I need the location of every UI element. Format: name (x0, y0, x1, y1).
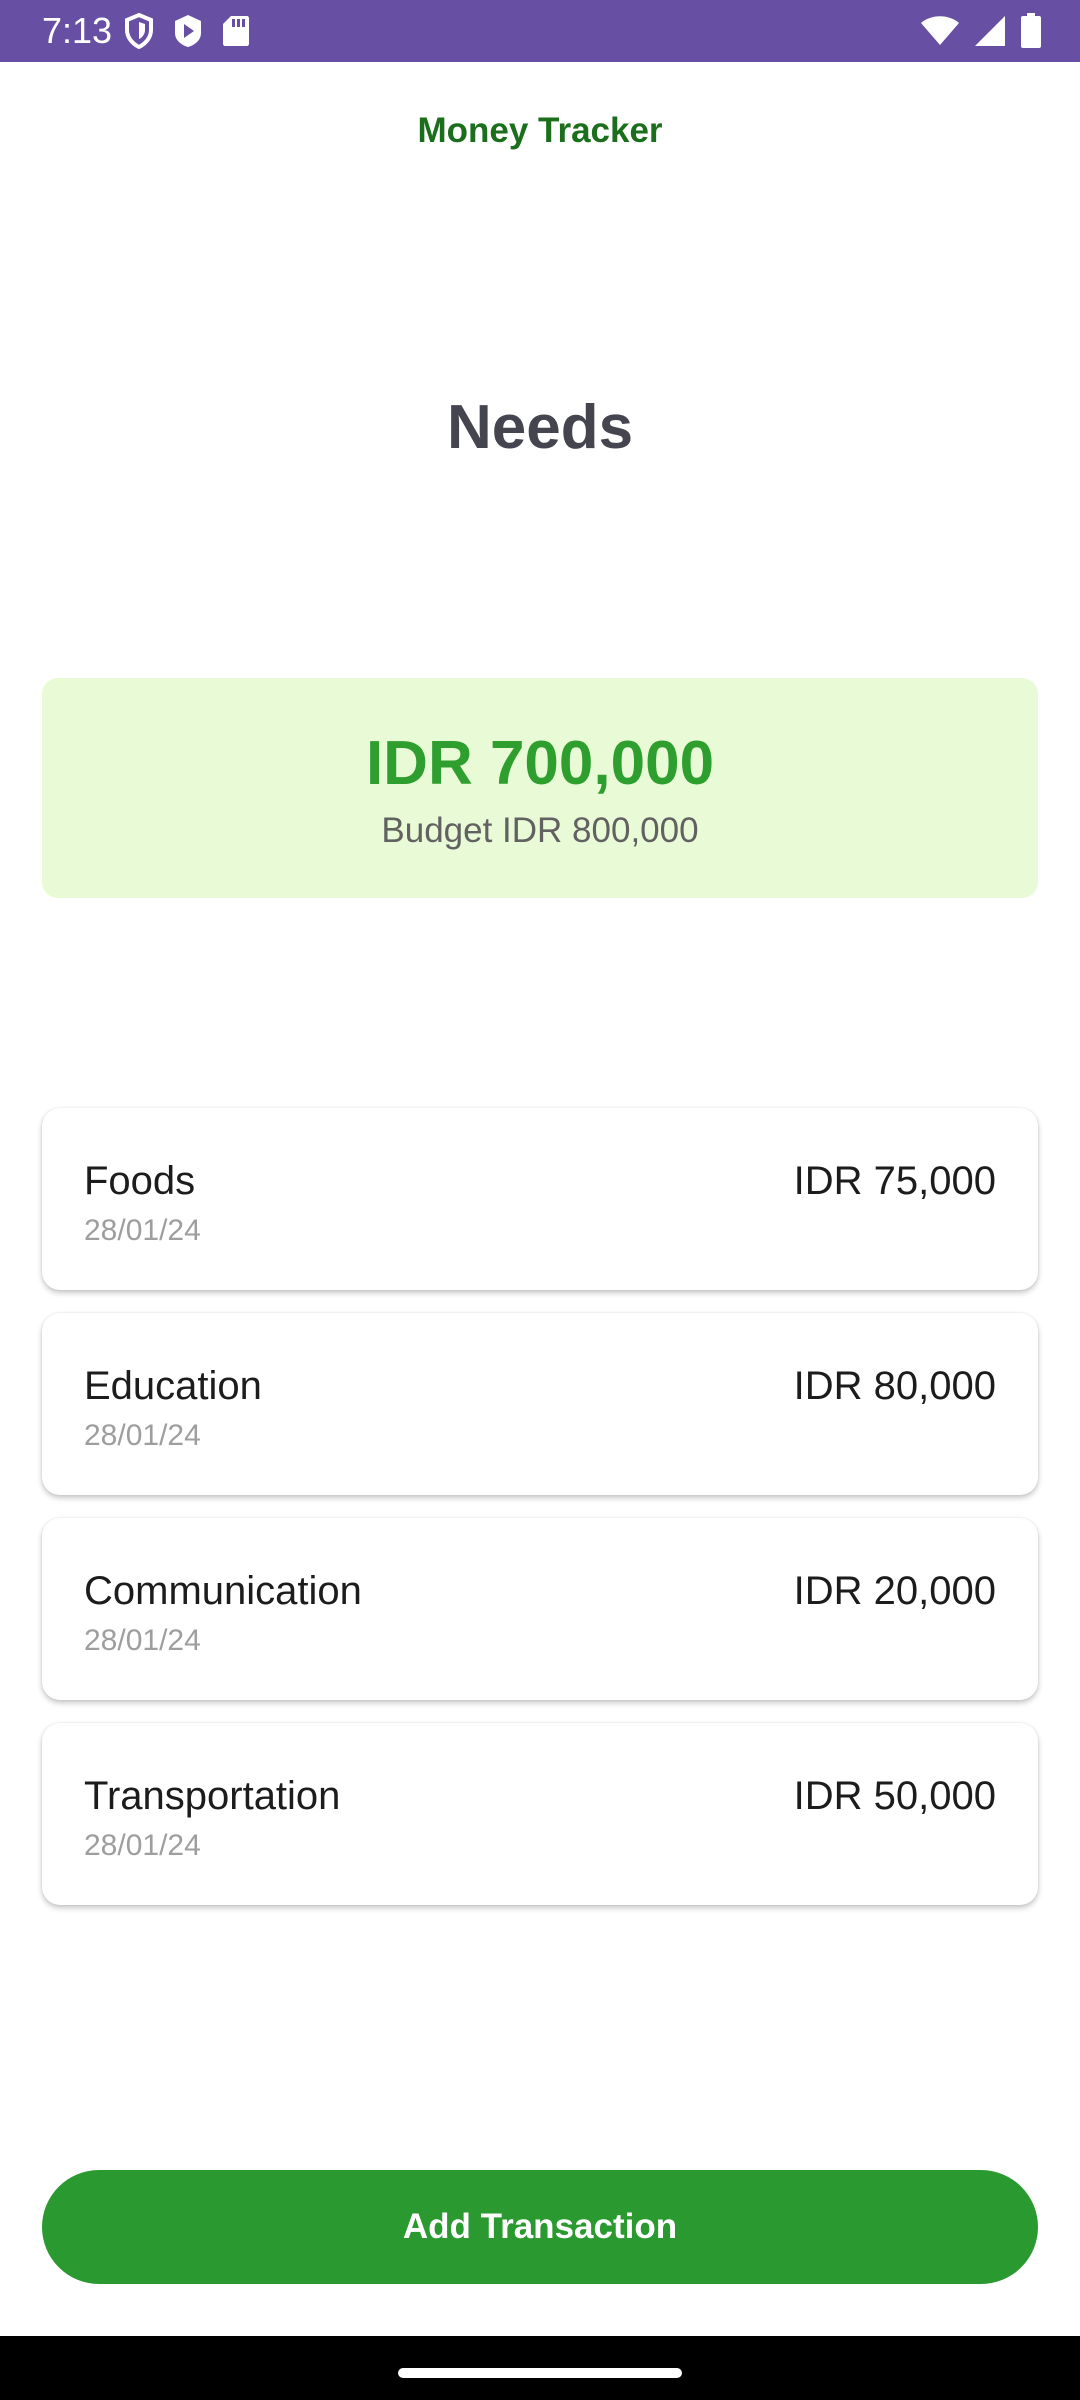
status-bar: 7:13 (0, 0, 1080, 62)
transaction-date: 28/01/24 (84, 1214, 201, 1247)
transaction-amount: IDR 80,000 (793, 1364, 996, 1408)
app-title: Money Tracker (417, 111, 663, 150)
sd-card-icon (222, 14, 250, 48)
home-indicator[interactable] (398, 2368, 682, 2378)
transaction-date: 28/01/24 (84, 1419, 201, 1452)
transaction-item[interactable]: Foods 28/01/24 IDR 75,000 (42, 1108, 1038, 1290)
status-time: 7:13 (42, 10, 113, 51)
transaction-category: Foods (84, 1159, 196, 1203)
add-transaction-button[interactable]: Add Transaction (42, 2170, 1038, 2284)
transaction-amount: IDR 75,000 (793, 1159, 996, 1203)
navigation-bar (0, 2336, 1080, 2400)
battery-icon (1020, 13, 1042, 49)
page-title: Needs (446, 393, 634, 462)
transaction-date: 28/01/24 (84, 1624, 201, 1657)
transaction-item[interactable]: Transportation 28/01/24 IDR 50,000 (42, 1723, 1038, 1905)
transaction-item[interactable]: Communication 28/01/24 IDR 20,000 (42, 1518, 1038, 1700)
transaction-category: Communication (84, 1569, 362, 1613)
spent-amount: IDR 700,000 (365, 729, 715, 798)
transaction-list: Foods 28/01/24 IDR 75,000 Education 28/0… (42, 1108, 1038, 1928)
signal-icon (974, 15, 1006, 47)
screen: 7:13 Money Tracker Needs IDR 700,000 Bud… (0, 0, 1080, 2400)
transaction-amount: IDR 20,000 (793, 1569, 996, 1613)
transaction-category: Education (84, 1364, 262, 1408)
shield-icon (124, 13, 154, 49)
status-left-icons (124, 12, 250, 50)
wifi-icon (920, 15, 960, 47)
status-right-icons (920, 12, 1042, 50)
transaction-amount: IDR 50,000 (793, 1774, 996, 1818)
transaction-item[interactable]: Education 28/01/24 IDR 80,000 (42, 1313, 1038, 1495)
budget-label: Budget IDR 800,000 (381, 811, 699, 850)
transaction-category: Transportation (84, 1774, 341, 1818)
budget-summary-card: IDR 700,000 Budget IDR 800,000 (42, 678, 1038, 898)
transaction-date: 28/01/24 (84, 1829, 201, 1862)
play-icon (172, 13, 204, 49)
